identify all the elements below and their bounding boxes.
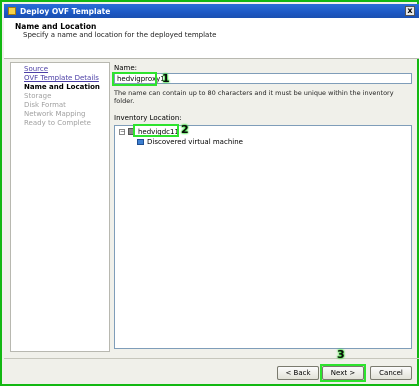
collapse-icon[interactable]: −	[119, 129, 125, 135]
name-label: Name:	[114, 64, 138, 72]
dialog-window: Deploy OVF Template x Name and Location …	[0, 0, 419, 386]
step-source[interactable]: Source	[24, 65, 48, 73]
name-hint: The name can contain up to 80 characters…	[114, 89, 394, 105]
wizard-steps-panel: Source OVF Template Details Name and Loc…	[10, 62, 110, 352]
title-bar: Deploy OVF Template x	[4, 4, 419, 18]
annotation-number-3: 3	[337, 348, 345, 361]
step-ovf-template-details[interactable]: OVF Template Details	[24, 74, 99, 82]
back-button[interactable]: < Back	[277, 366, 319, 380]
step-ready-to-complete: Ready to Complete	[24, 119, 91, 127]
window-title: Deploy OVF Template	[20, 7, 111, 16]
inventory-location-label: Inventory Location:	[114, 114, 182, 122]
wizard-header: Name and Location Specify a name and loc…	[4, 18, 419, 59]
tree-item-discovered-virtual-machine[interactable]: Discovered virtual machine	[147, 138, 243, 146]
cancel-button[interactable]: Cancel	[370, 366, 412, 380]
header-subtitle: Specify a name and location for the depl…	[23, 31, 217, 39]
step-name-and-location: Name and Location	[24, 83, 100, 91]
content-panel: Name: 1 The name can contain up to 80 ch…	[112, 62, 414, 352]
header-title: Name and Location	[15, 22, 97, 31]
annotation-number-1: 1	[162, 72, 170, 85]
inventory-tree: − hedvigdc11 Discovered virtual machine	[114, 125, 412, 349]
highlight-box-3	[320, 364, 366, 382]
annotation-number-2: 2	[181, 123, 189, 136]
app-icon	[8, 7, 16, 15]
step-network-mapping: Network Mapping	[24, 110, 86, 118]
step-storage: Storage	[24, 92, 52, 100]
folder-icon	[137, 139, 144, 145]
name-input[interactable]	[114, 73, 412, 84]
close-button[interactable]: x	[405, 6, 415, 16]
highlight-box-1	[112, 72, 157, 86]
step-disk-format: Disk Format	[24, 101, 66, 109]
footer-divider	[4, 358, 419, 359]
highlight-box-2	[133, 124, 179, 137]
